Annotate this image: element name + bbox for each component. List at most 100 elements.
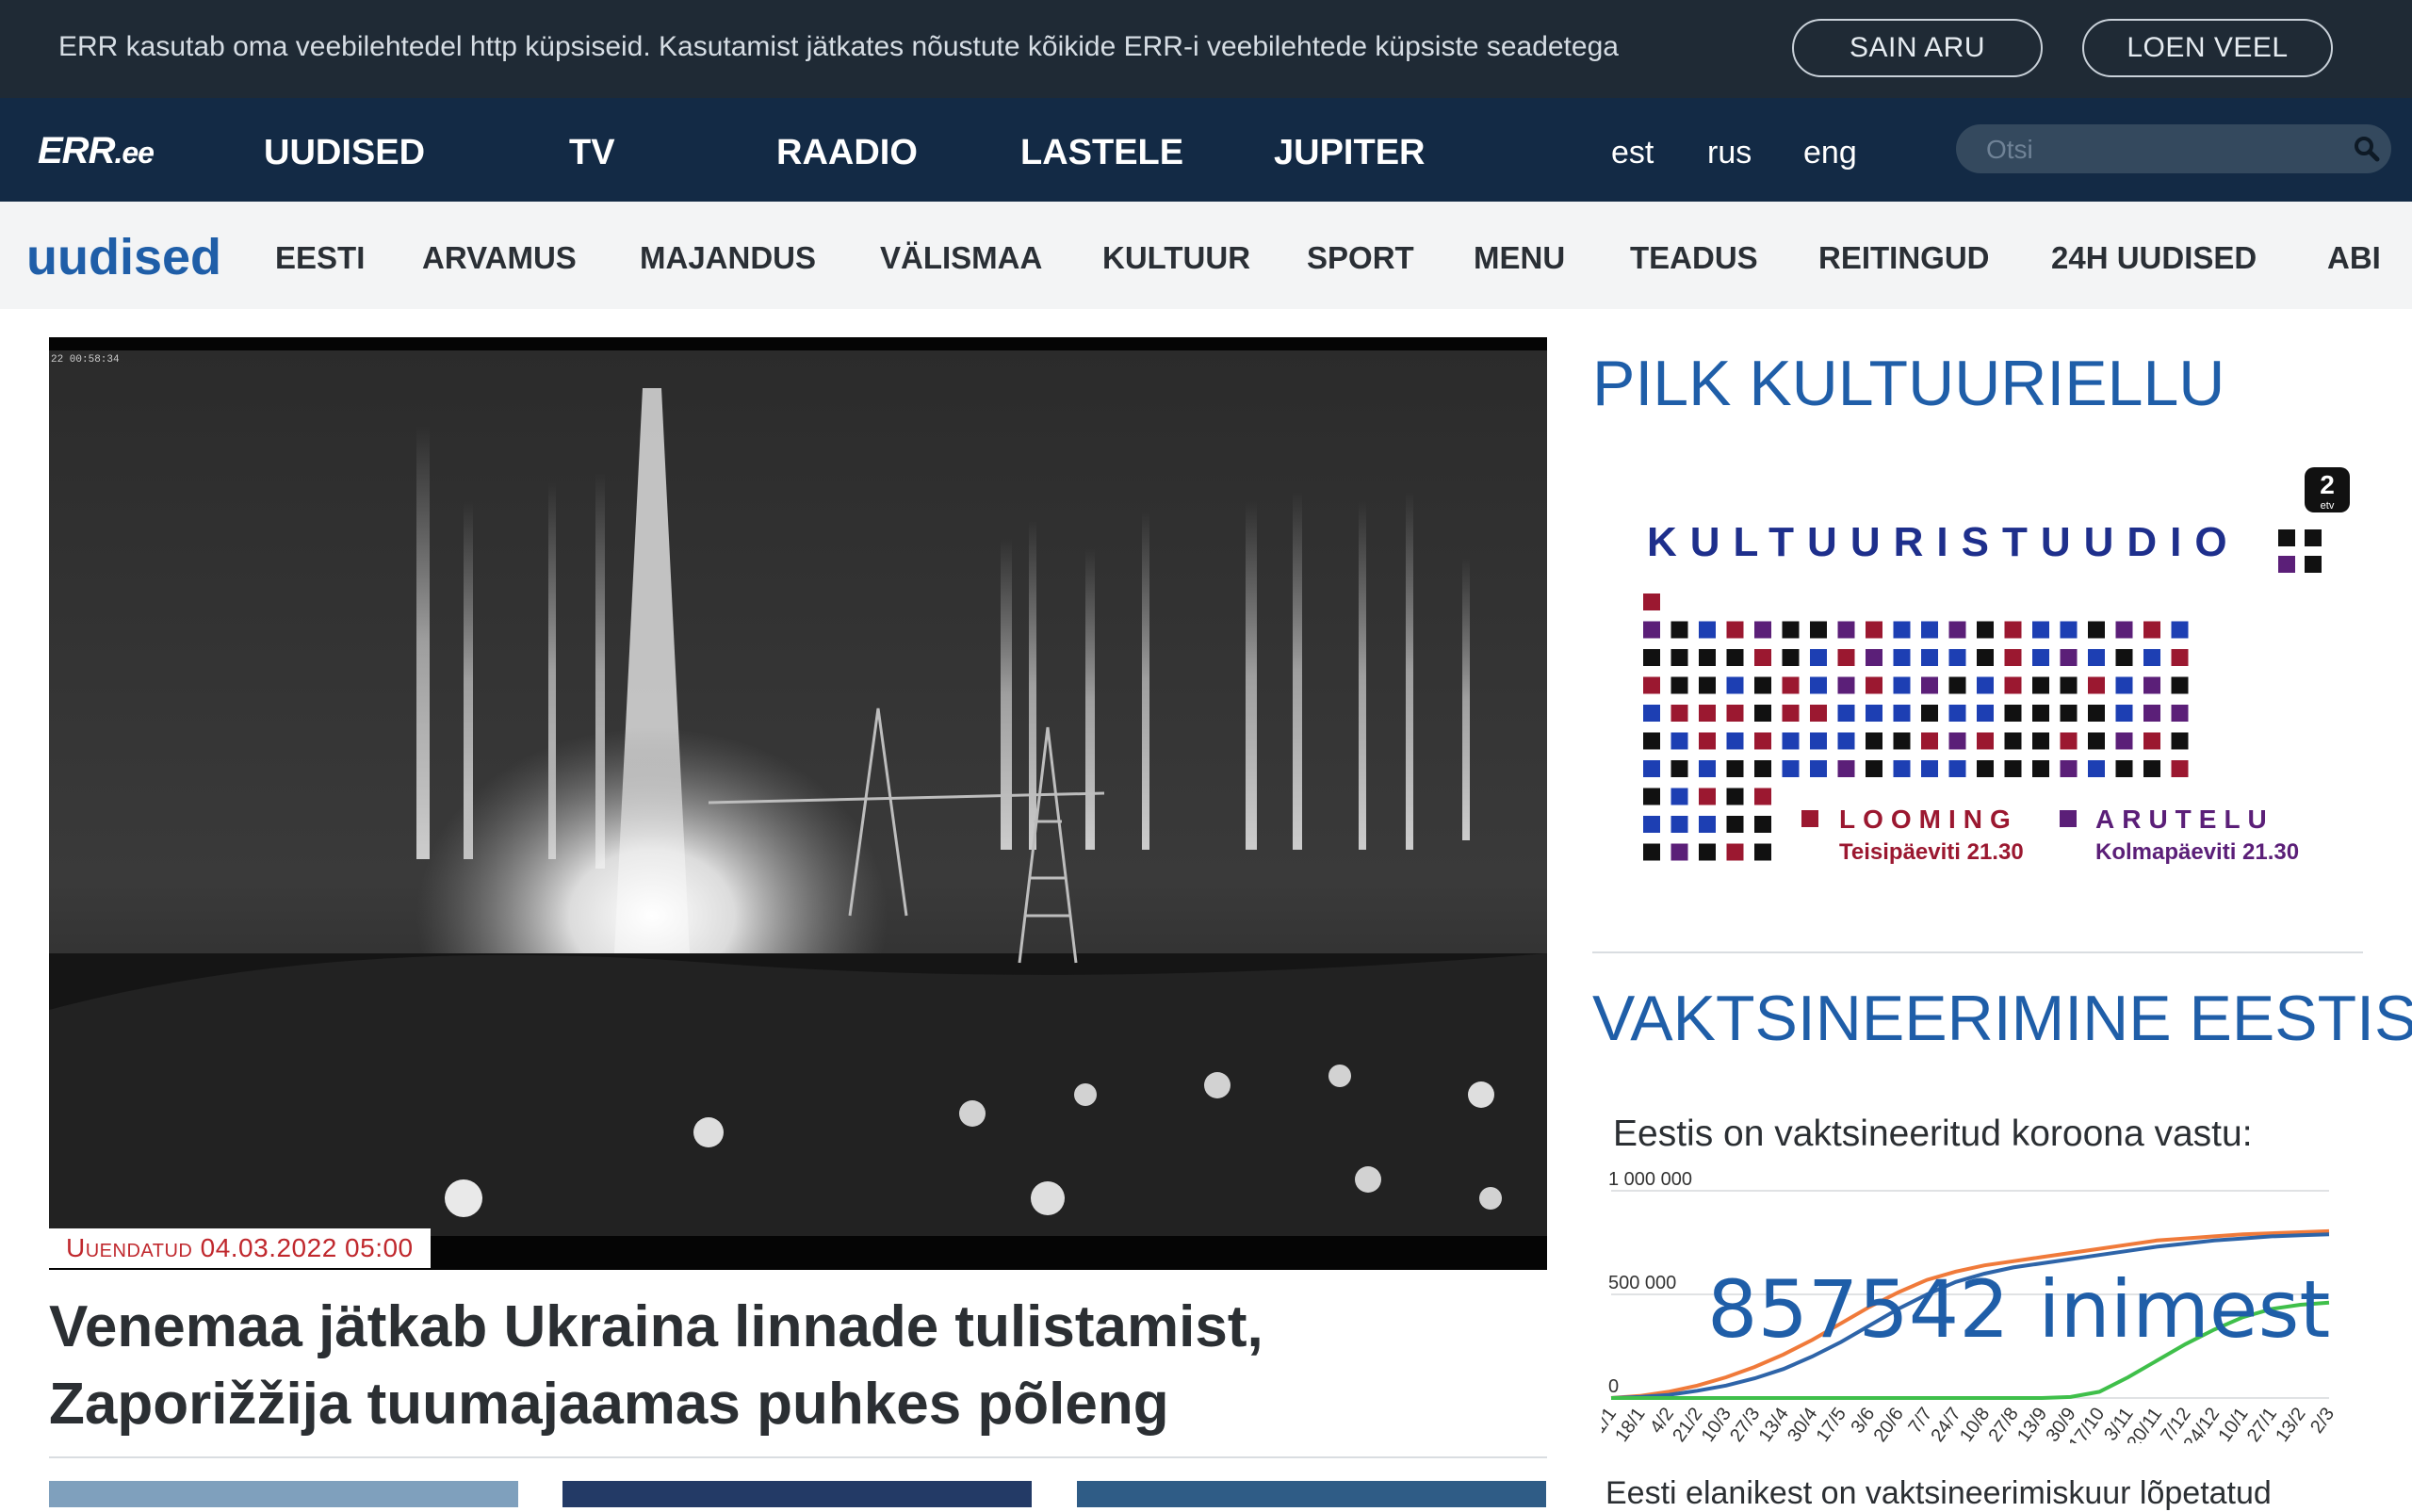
grid-square xyxy=(1837,676,1855,694)
promo-title[interactable]: PILK KULTUURIELLU xyxy=(1592,347,2225,420)
subnav-arvamus[interactable]: ARVAMUS xyxy=(422,240,577,276)
article-hero-image[interactable]: 22 00:58:34 xyxy=(49,337,1547,1270)
grid-square xyxy=(1893,649,1911,666)
headline-line-2: Zaporižžija tuumajaamas puhkes põleng xyxy=(49,1372,1169,1437)
grid-square xyxy=(2143,676,2160,694)
subnav-sport[interactable]: SPORT xyxy=(1307,240,1414,276)
grid-square xyxy=(1810,621,1827,639)
grid-square xyxy=(1699,816,1716,833)
grid-square xyxy=(2060,621,2078,639)
grid-square xyxy=(2171,705,2189,722)
grid-square xyxy=(1643,705,1660,722)
grid-square xyxy=(1754,816,1771,833)
lang-rus[interactable]: rus xyxy=(1707,135,1752,171)
grid-square xyxy=(1837,732,1855,750)
subnav-24h-uudised[interactable]: 24H UUDISED xyxy=(2051,240,2257,276)
grid-square xyxy=(2032,705,2049,722)
grid-square xyxy=(1643,788,1660,805)
grid-square xyxy=(1893,621,1911,639)
grid-square xyxy=(2115,732,2133,750)
kultuuristuudio-banner[interactable]: 2 etv KULTUURISTUUDIO LOOMING Teisipäevi… xyxy=(1592,462,2363,886)
nav-jupiter[interactable]: JUPITER xyxy=(1274,133,1425,173)
subnav-majandus[interactable]: MAJANDUS xyxy=(640,240,816,276)
grid-square xyxy=(1643,649,1660,666)
grid-square xyxy=(1977,676,1994,694)
grid-square xyxy=(1866,760,1882,777)
article-thumbnail-2[interactable] xyxy=(562,1481,1032,1507)
grid-square xyxy=(1782,649,1800,666)
grid-square xyxy=(2004,649,2022,666)
grid-square xyxy=(2060,705,2078,722)
article-headline[interactable]: Venemaa jätkab Ukraina linnade tulistami… xyxy=(49,1289,1547,1443)
subnav-abi[interactable]: ABI xyxy=(2327,240,2381,276)
banner-title: KULTUURISTUUDIO xyxy=(1647,519,2241,565)
grid-square xyxy=(1866,732,1882,750)
grid-square xyxy=(1699,760,1716,777)
grid-square xyxy=(1782,732,1800,750)
subnav-kultuur[interactable]: KULTUUR xyxy=(1102,240,1250,276)
grid-square xyxy=(1948,732,1966,750)
grid-square xyxy=(1921,649,1938,666)
x-tick-label: 18/1 xyxy=(1611,1404,1649,1443)
grid-square xyxy=(1810,760,1827,777)
vaccination-title[interactable]: VAKTSINEERIMINE EESTIS xyxy=(1592,982,2412,1055)
subnav-eesti[interactable]: EESTI xyxy=(275,240,365,276)
grid-square xyxy=(2004,760,2022,777)
grid-square xyxy=(2143,732,2160,750)
grid-square xyxy=(1699,649,1716,666)
grid-square xyxy=(1893,676,1911,694)
grid-square xyxy=(1670,843,1688,861)
section-title[interactable]: uudised xyxy=(26,228,221,286)
grid-square xyxy=(1921,621,1938,639)
updated-timestamp: Uuendatud 04.03.2022 05:00 xyxy=(49,1228,431,1268)
subnav-valismaa[interactable]: VÄLISMAA xyxy=(880,240,1042,276)
nav-lastele[interactable]: LASTELE xyxy=(1020,133,1183,173)
grid-square xyxy=(1977,760,1994,777)
y-tick-label: 1 000 000 xyxy=(1608,1169,1692,1190)
grid-square xyxy=(2143,705,2160,722)
lang-eng[interactable]: eng xyxy=(1803,135,1857,171)
article-thumbnail-3[interactable] xyxy=(1077,1481,1546,1507)
err-logo[interactable]: ERR.ee xyxy=(38,130,155,172)
grid-square xyxy=(1893,760,1911,777)
grid-square xyxy=(2143,760,2160,777)
x-tick-label: 13/2 xyxy=(2272,1404,2309,1443)
nav-uudised[interactable]: UUDISED xyxy=(264,133,425,173)
search-input[interactable] xyxy=(1984,132,2327,168)
grid-square xyxy=(1893,732,1911,750)
grid-square xyxy=(1643,621,1660,639)
grid-square xyxy=(1670,621,1688,639)
grid-square xyxy=(1670,649,1688,666)
show2-name: ARUTELU xyxy=(2095,805,2274,834)
show1-name: LOOMING xyxy=(1839,805,2018,834)
grid-square xyxy=(1810,649,1827,666)
grid-square xyxy=(2115,760,2133,777)
grid-square xyxy=(2060,732,2078,750)
grid-square xyxy=(1893,705,1911,722)
grid-square xyxy=(2143,649,2160,666)
nav-tv[interactable]: TV xyxy=(569,133,615,173)
subnav-menu[interactable]: MENU xyxy=(1474,240,1565,276)
grid-square xyxy=(2305,556,2322,573)
grid-square xyxy=(1699,843,1716,861)
logo-suffix: .ee xyxy=(114,136,154,170)
grid-square xyxy=(1921,676,1938,694)
grid-square xyxy=(1948,676,1966,694)
article-thumbnail-1[interactable] xyxy=(49,1481,518,1507)
cookie-accept-button[interactable]: SAIN ARU xyxy=(1792,19,2043,77)
grid-square xyxy=(2115,649,2133,666)
vaccination-intro: Eestis on vaktsineeritud koroona vastu: xyxy=(1613,1114,2253,1154)
subnav-teadus[interactable]: TEADUS xyxy=(1630,240,1758,276)
grid-square xyxy=(1726,788,1744,805)
grid-square xyxy=(2032,649,2049,666)
show1-time: Teisipäeviti 21.30 xyxy=(1839,839,2024,865)
logo-main: ERR xyxy=(38,130,115,171)
grid-square xyxy=(1754,676,1771,694)
grid-square xyxy=(2032,621,2049,639)
lang-est[interactable]: est xyxy=(1611,135,1654,171)
grid-square xyxy=(1837,760,1855,777)
nav-raadio[interactable]: RAADIO xyxy=(776,133,918,173)
cookie-more-button[interactable]: LOEN VEEL xyxy=(2082,19,2333,77)
search-icon[interactable] xyxy=(2354,136,2380,162)
subnav-reitingud[interactable]: REITINGUD xyxy=(1818,240,1990,276)
